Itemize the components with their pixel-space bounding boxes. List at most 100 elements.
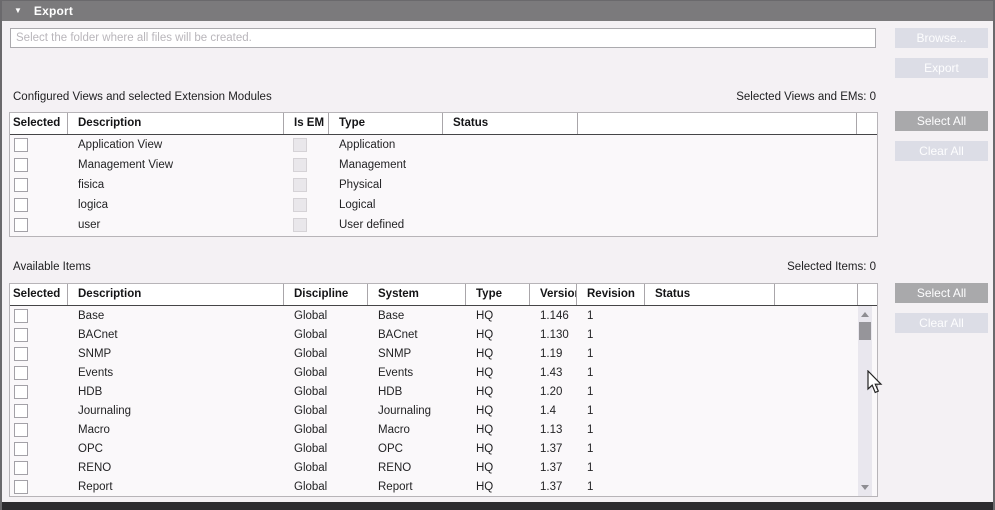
checkbox-cell — [10, 198, 68, 212]
checkbox-cell — [10, 347, 68, 361]
row-select-checkbox[interactable] — [14, 328, 28, 342]
cell: 1 — [577, 329, 645, 341]
column-header-status[interactable]: Status — [443, 113, 578, 134]
cell: Physical — [329, 179, 443, 191]
row-select-checkbox[interactable] — [14, 138, 28, 152]
table-row[interactable]: userUser defined — [10, 215, 877, 235]
column-header-blank[interactable] — [775, 284, 858, 305]
row-select-checkbox[interactable] — [14, 347, 28, 361]
cell: HDB — [68, 386, 284, 398]
scrollbar-down-icon[interactable] — [861, 485, 869, 490]
cell: Journaling — [368, 405, 466, 417]
row-select-checkbox[interactable] — [14, 198, 28, 212]
folder-path-input[interactable] — [10, 28, 876, 48]
is-em-checkbox — [293, 218, 307, 232]
scrollbar-thumb[interactable] — [859, 322, 871, 340]
table-row[interactable]: JournalingGlobalJournalingHQ1.41 — [10, 401, 877, 420]
row-select-checkbox[interactable] — [14, 480, 28, 494]
cell: Application View — [68, 139, 284, 151]
checkbox-cell — [10, 158, 68, 172]
column-header-discipline[interactable]: Discipline — [284, 284, 368, 305]
cell: HQ — [466, 405, 530, 417]
cell: HQ — [466, 310, 530, 322]
panel-titlebar[interactable]: ▼ Export — [2, 1, 993, 21]
cell: Global — [284, 462, 368, 474]
cell: 1 — [577, 481, 645, 493]
table-row[interactable]: Management ViewManagement — [10, 155, 877, 175]
column-header-selected[interactable]: Selected — [10, 113, 68, 134]
row-select-checkbox[interactable] — [14, 178, 28, 192]
column-header-description[interactable]: Description — [68, 284, 284, 305]
checkbox-cell — [10, 138, 68, 152]
table-row[interactable]: EventsGlobalEventsHQ1.431 — [10, 363, 877, 382]
row-select-checkbox[interactable] — [14, 218, 28, 232]
cell: Logical — [329, 199, 443, 211]
is-em-checkbox — [293, 158, 307, 172]
cell: Global — [284, 424, 368, 436]
cell: Base — [368, 310, 466, 322]
cell: BACnet — [68, 329, 284, 341]
row-select-checkbox[interactable] — [14, 385, 28, 399]
table-body: Application ViewApplicationManagement Vi… — [10, 135, 877, 235]
row-select-checkbox[interactable] — [14, 158, 28, 172]
table-row[interactable]: fisica Physical — [10, 175, 877, 195]
column-header-revision[interactable]: Revision — [577, 284, 645, 305]
scrollbar-up-icon[interactable] — [861, 312, 869, 317]
cell: HQ — [466, 348, 530, 360]
checkbox-cell — [10, 309, 68, 323]
row-select-checkbox[interactable] — [14, 442, 28, 456]
collapse-icon[interactable]: ▼ — [14, 7, 22, 15]
column-header-description[interactable]: Description — [68, 113, 284, 134]
table-row[interactable]: OPCGlobalOPCHQ1.371 — [10, 439, 877, 458]
row-select-checkbox[interactable] — [14, 423, 28, 437]
row-select-checkbox[interactable] — [14, 309, 28, 323]
table-row[interactable]: RENOGlobalRENOHQ1.371 — [10, 458, 877, 477]
views-select-all-button[interactable]: Select All — [895, 111, 988, 131]
column-header-status[interactable]: Status — [645, 284, 775, 305]
cell: HQ — [466, 462, 530, 474]
table-row[interactable]: HDBGlobalHDBHQ1.201 — [10, 382, 877, 401]
cell: fisica — [68, 179, 284, 191]
cell: 1.37 — [530, 462, 577, 474]
table-row[interactable]: BaseGlobalBaseHQ1.1461 — [10, 306, 877, 325]
column-header-cap — [857, 113, 877, 134]
table-row[interactable]: Application ViewApplication — [10, 135, 877, 155]
cell: HQ — [466, 386, 530, 398]
cell: Journaling — [68, 405, 284, 417]
row-select-checkbox[interactable] — [14, 404, 28, 418]
column-header-blank[interactable] — [578, 113, 857, 134]
cell: Events — [368, 367, 466, 379]
browse-button[interactable]: Browse... — [895, 28, 988, 48]
export-panel: ▼ Export Browse... Export Configured Vie… — [0, 0, 995, 510]
table-row[interactable]: logicaLogical — [10, 195, 877, 215]
items-clear-all-button[interactable]: Clear All — [895, 313, 988, 333]
vertical-scrollbar[interactable] — [858, 306, 872, 496]
row-select-checkbox[interactable] — [14, 461, 28, 475]
checkbox-cell — [284, 138, 329, 152]
checkbox-cell — [10, 366, 68, 380]
column-header-selected[interactable]: Selected — [10, 284, 68, 305]
cell: 1.37 — [530, 443, 577, 455]
table-row[interactable]: BACnetGlobalBACnetHQ1.1301 — [10, 325, 877, 344]
column-header-version[interactable]: Version — [530, 284, 577, 305]
cell: HQ — [466, 329, 530, 341]
column-header-type[interactable]: Type — [329, 113, 443, 134]
cell: HDB — [368, 386, 466, 398]
column-header-system[interactable]: System — [368, 284, 466, 305]
table-row[interactable]: ReportGlobalReportHQ1.371 — [10, 477, 877, 496]
views-section-title: Configured Views and selected Extension … — [13, 91, 272, 103]
cell: HQ — [466, 424, 530, 436]
items-select-all-button[interactable]: Select All — [895, 283, 988, 303]
column-header-is-em[interactable]: Is EM — [284, 113, 329, 134]
checkbox-cell — [284, 218, 329, 232]
export-button[interactable]: Export — [895, 58, 988, 78]
column-header-type[interactable]: Type — [466, 284, 530, 305]
row-select-checkbox[interactable] — [14, 366, 28, 380]
table-row[interactable]: SNMPGlobalSNMPHQ1.191 — [10, 344, 877, 363]
is-em-checkbox — [293, 178, 307, 192]
cell: Global — [284, 481, 368, 493]
cell: 1.20 — [530, 386, 577, 398]
views-clear-all-button[interactable]: Clear All — [895, 141, 988, 161]
table-row[interactable]: MacroGlobalMacroHQ1.131 — [10, 420, 877, 439]
cell: HQ — [466, 443, 530, 455]
